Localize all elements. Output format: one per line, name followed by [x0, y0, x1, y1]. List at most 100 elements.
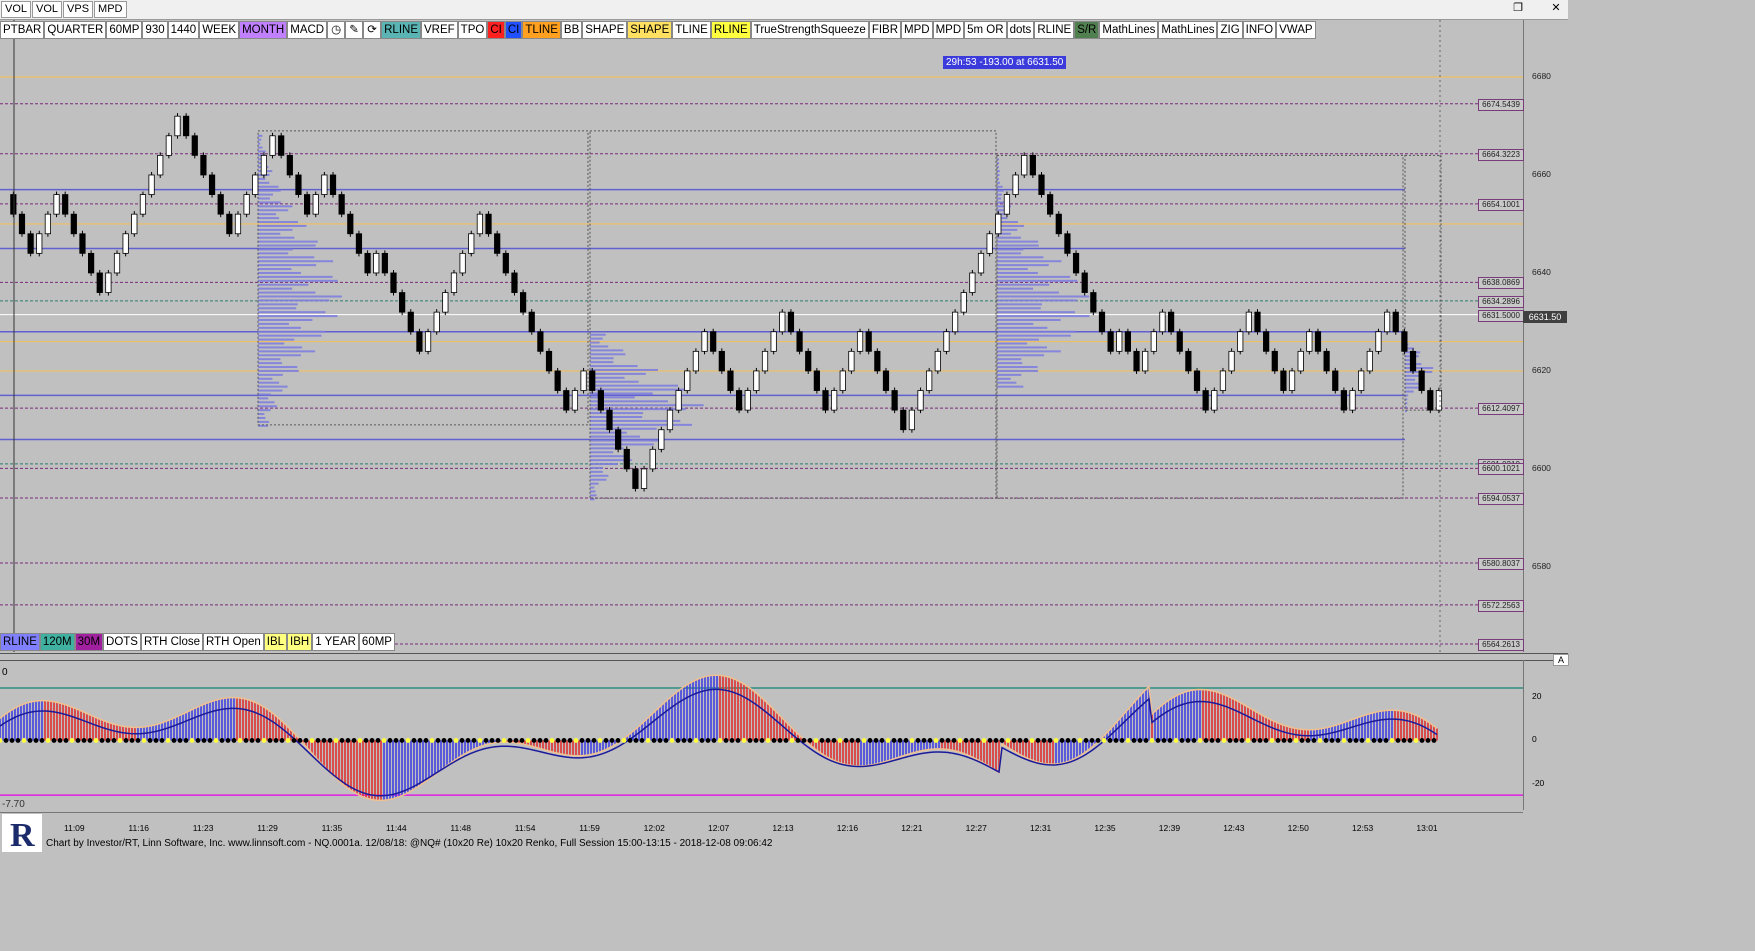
squeeze-dot: [441, 738, 447, 743]
renko-brick: [347, 213, 354, 235]
toolbar-tpo-button[interactable]: TPO: [457, 21, 488, 39]
renko-brick: [1245, 311, 1252, 333]
toolbar-quarter-button[interactable]: QUARTER: [44, 21, 107, 39]
top-tab[interactable]: VOL: [1, 1, 32, 18]
squeeze-dot: [147, 738, 153, 743]
top-tab[interactable]: VOL: [32, 1, 63, 18]
toolbar2-60mp-button[interactable]: 60MP: [358, 633, 395, 651]
toolbar2-dots-button[interactable]: DOTS: [103, 633, 141, 651]
squeeze-dot: [345, 738, 351, 743]
volume-profile-bar: [590, 361, 614, 364]
restore-icon[interactable]: ❐: [1510, 1, 1526, 16]
time-tick-label: 11:44: [386, 823, 407, 833]
toolbar-week-button[interactable]: WEEK: [199, 21, 240, 39]
toolbar-dots-button[interactable]: dots: [1006, 21, 1035, 39]
renko-brick: [917, 390, 924, 411]
renko-brick: [528, 311, 535, 333]
renko-brick: [286, 154, 293, 176]
squeeze-dot: [69, 738, 75, 743]
volume-profile-bar: [258, 369, 299, 372]
renko-brick: [1340, 390, 1347, 411]
toolbar2-rth-close-button[interactable]: RTH Close: [140, 633, 204, 651]
top-tab[interactable]: MPD: [94, 1, 127, 18]
toolbar-tline-button[interactable]: TLINE: [522, 21, 561, 39]
volume-profile-bar: [997, 377, 1011, 380]
squeeze-dot: [1275, 738, 1281, 743]
toolbar-ptbar-button[interactable]: PTBAR: [0, 21, 45, 39]
toolbar-bb-button[interactable]: BB: [560, 21, 583, 39]
toolbar-mathlines-button[interactable]: MathLines: [1099, 21, 1159, 39]
squeeze-dot: [777, 738, 783, 743]
volume-profile-bar: [258, 401, 275, 404]
renko-brick: [502, 252, 509, 274]
toolbar2-ibl-button[interactable]: IBL: [263, 633, 288, 651]
squeeze-dot: [585, 738, 591, 743]
toolbar2-120m-button[interactable]: 120M: [39, 633, 75, 651]
toolbar-s-r-button[interactable]: S/R: [1074, 21, 1100, 39]
toolbar-60mp-button[interactable]: 60MP: [106, 21, 143, 39]
volume-profile-bar: [590, 349, 624, 352]
renko-brick: [226, 213, 233, 235]
pencil-icon[interactable]: ✎: [345, 21, 364, 39]
renko-brick: [727, 370, 734, 391]
toolbar-mathlines-button[interactable]: MathLines: [1158, 21, 1218, 39]
toolbar-mpd-button[interactable]: MPD: [901, 21, 933, 39]
toolbar-rline-button[interactable]: RLINE: [710, 21, 751, 39]
top-tab[interactable]: VPS: [63, 1, 94, 18]
renko-brick: [589, 370, 596, 391]
toolbar-truestrengthsqueeze-button[interactable]: TrueStrengthSqueeze: [750, 21, 869, 39]
renko-brick: [986, 233, 993, 254]
renko-brick: [278, 135, 285, 156]
volume-profile-bar: [997, 311, 1075, 314]
close-icon[interactable]: ✕: [1548, 1, 1564, 16]
toolbar-930-button[interactable]: 930: [142, 21, 168, 39]
volume-profile-bar: [997, 338, 1039, 341]
renko-brick: [36, 233, 43, 254]
squeeze-dot: [123, 738, 129, 743]
squeeze-dot: [1407, 738, 1413, 743]
toolbar-zig-button[interactable]: ZIG: [1217, 21, 1243, 39]
renko-brick: [1055, 213, 1062, 235]
squeeze-dot: [201, 738, 207, 743]
squeeze-dot: [825, 738, 831, 743]
volume-profile-bar: [590, 431, 627, 434]
squeeze-dot: [711, 738, 717, 743]
toolbar-info-button[interactable]: INFO: [1242, 21, 1277, 39]
toolbar2-1-year-button[interactable]: 1 YEAR: [312, 633, 359, 651]
volume-profile-bar: [258, 193, 273, 196]
volume-profile-bar: [997, 256, 1044, 259]
refresh-icon[interactable]: ⟳: [363, 21, 382, 39]
toolbar-ci-button[interactable]: CI: [504, 21, 523, 39]
toolbar-shape-button[interactable]: SHAPE: [627, 21, 673, 39]
toolbar2-rth-open-button[interactable]: RTH Open: [203, 633, 264, 651]
renko-brick: [1081, 272, 1088, 293]
toolbar2-30m-button[interactable]: 30M: [74, 633, 104, 651]
volume-profile-bar: [997, 354, 1045, 357]
toolbar-5m-or-button[interactable]: 5m OR: [964, 21, 1007, 39]
renko-brick: [1064, 233, 1071, 254]
toolbar-vref-button[interactable]: VREF: [421, 21, 458, 39]
toolbar-shape-button[interactable]: SHAPE: [582, 21, 628, 39]
toolbar-vwap-button[interactable]: VWAP: [1276, 21, 1316, 39]
toolbar-rline-button[interactable]: RLINE: [381, 21, 421, 39]
toolbar-mpd-button[interactable]: MPD: [932, 21, 965, 39]
toolbar-1440-button[interactable]: 1440: [167, 21, 200, 39]
clock-icon[interactable]: ◷: [327, 21, 346, 39]
toolbar-macd-button[interactable]: MACD: [287, 21, 328, 39]
toolbar-ci-button[interactable]: CI: [487, 21, 505, 39]
oscillator-pane[interactable]: [0, 660, 1523, 810]
squeeze-dot: [627, 738, 633, 743]
volume-profile-bar: [258, 134, 263, 137]
toolbar-fibr-button[interactable]: FIBR: [868, 21, 902, 39]
toolbar-month-button[interactable]: MONTH: [239, 21, 288, 39]
toolbar-tline-button[interactable]: TLINE: [672, 21, 711, 39]
squeeze-dot: [831, 738, 837, 743]
squeeze-dot: [243, 738, 249, 743]
renko-brick: [355, 233, 363, 254]
toolbar2-ibh-button[interactable]: IBH: [287, 633, 313, 651]
squeeze-dot: [99, 738, 105, 743]
toolbar-rline-button[interactable]: RLINE: [1034, 21, 1075, 39]
squeeze-dot: [1341, 738, 1347, 743]
toolbar2-rline-button[interactable]: RLINE: [0, 633, 40, 651]
price-chart[interactable]: [0, 20, 1523, 652]
